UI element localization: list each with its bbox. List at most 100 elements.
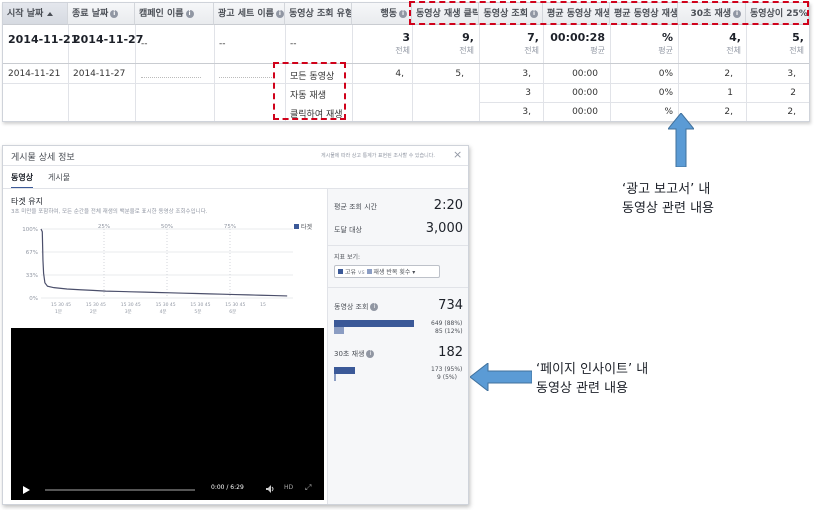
y-tick-label: 100% bbox=[22, 227, 38, 233]
video-player[interactable]: 0:00 / 6:29 HD ⤢ bbox=[11, 328, 324, 500]
callout-insights: ‘페이지 인사이트’ 내 동영상 관련 내용 bbox=[536, 360, 648, 398]
legend-label: 타겟 bbox=[301, 224, 313, 231]
panel-header-note: 게시물에 따라 상고 통계가 표현된 조사할 수 있습니다. bbox=[321, 153, 435, 159]
dropdown-option-b: 재생 반복 횟수 bbox=[373, 269, 411, 276]
total-avg-view-time-sub: 평균 bbox=[590, 46, 605, 55]
panel-title: 게시물 상세 정보 bbox=[11, 153, 75, 163]
total-view-type: -- bbox=[290, 39, 297, 49]
row-30s-views: 2, bbox=[724, 69, 733, 79]
v30-unique-count: 173 (95%) bbox=[431, 366, 462, 373]
x-tick-label: 15 30 45 bbox=[121, 302, 141, 308]
video-time: 0:00 / 6:29 bbox=[211, 484, 244, 491]
vv-unique: 649 bbox=[431, 320, 443, 327]
row-25pct-views: 2, bbox=[787, 107, 796, 117]
swatch-unique bbox=[338, 269, 343, 274]
total-video-views-sub: 전체 bbox=[524, 46, 539, 55]
callout-report: ‘광고 보고서’ 내 동영상 관련 내용 bbox=[622, 180, 714, 218]
total-actions-sub: 전체 bbox=[395, 46, 410, 55]
y-tick-label: 67% bbox=[26, 250, 38, 256]
legend-swatch bbox=[294, 224, 299, 229]
row-avg-view-pct: 0% bbox=[658, 69, 673, 79]
close-icon[interactable]: × bbox=[453, 148, 462, 161]
bar-video-views-unique bbox=[334, 320, 414, 327]
info-icon: i bbox=[370, 303, 379, 311]
stats-sidebar: 평균 조회 시간 2:20 도달 대상 3,000 지표 보기: 고유 vs 재… bbox=[327, 189, 468, 504]
chevron-down-icon: ▾ bbox=[412, 269, 416, 276]
col-header-actions[interactable]: 행동 i bbox=[352, 3, 412, 25]
col-header-label: 행동 bbox=[380, 9, 397, 19]
total-25pct-views-sub: 전체 bbox=[789, 46, 804, 55]
post-details-panel: 게시물 상세 정보 게시물에 따라 상고 통계가 표현된 조사할 수 있습니다.… bbox=[2, 145, 469, 505]
x-tick-label: 15 30 45 bbox=[51, 302, 71, 308]
v30-repeat: 9 bbox=[437, 374, 441, 381]
total-avg-view-time: 00:00:28 bbox=[550, 31, 605, 44]
reach-label: 도달 대상 bbox=[334, 226, 362, 234]
x-minute-label: 6분 bbox=[229, 309, 236, 315]
x-tick-label: 15 bbox=[260, 302, 266, 308]
reach-value: 3,000 bbox=[425, 221, 463, 236]
row-adset bbox=[219, 69, 274, 78]
row-25pct-views: 3, bbox=[787, 69, 796, 79]
tab-video[interactable]: 동영상 bbox=[11, 172, 34, 189]
col-header-label: 시작 날짜 bbox=[7, 9, 44, 19]
row-avg-view-pct: % bbox=[664, 107, 673, 117]
total-25pct-views: 5, bbox=[792, 31, 804, 44]
avg-view-time-label: 평균 조회 시간 bbox=[334, 203, 378, 211]
callout-line: ‘광고 보고서’ 내 bbox=[622, 182, 711, 197]
tab-post[interactable]: 게시물 bbox=[48, 172, 70, 183]
callout-line: 동영상 관련 내용 bbox=[622, 201, 714, 216]
col-header-view-type[interactable]: 동영상 조회 유형 bbox=[285, 3, 352, 25]
x-tick-label: 15 30 45 bbox=[156, 302, 176, 308]
views30-label: 30초 재생 i bbox=[334, 349, 375, 359]
progress-marker-label: 25% bbox=[98, 224, 110, 230]
v30-unique-pct: (95%) bbox=[444, 366, 463, 373]
views30-value: 182 bbox=[438, 345, 463, 360]
info-icon: i bbox=[399, 9, 407, 18]
hd-toggle[interactable]: HD bbox=[284, 484, 293, 491]
total-actions: 3 bbox=[402, 31, 410, 44]
row-avg-view-time: 00:00 bbox=[572, 69, 598, 79]
y-tick-label: 0% bbox=[29, 296, 38, 302]
x-minute-label: 3분 bbox=[125, 309, 132, 315]
video-views-value: 734 bbox=[438, 298, 463, 313]
col-header-campaign[interactable]: 캠페인 이름 i bbox=[135, 3, 214, 25]
retention-chart: 100% 67% 33% 0% 25% 50% 75% 15 30 45 15 30 45 15 … bbox=[22, 224, 293, 315]
col-header-start-date[interactable]: 시작 날짜 bbox=[3, 3, 68, 25]
v30-repeat-count: 9 (5%) bbox=[437, 374, 457, 381]
volume-icon[interactable] bbox=[266, 485, 275, 493]
vv-unique-pct: (88%) bbox=[444, 320, 463, 327]
total-video-views: 7, bbox=[527, 31, 539, 44]
row-25pct-views: 2 bbox=[790, 88, 796, 98]
row-video-views: 3, bbox=[522, 107, 531, 117]
v30-repeat-pct: (5%) bbox=[442, 374, 457, 381]
sort-asc-icon bbox=[47, 11, 54, 16]
x-minute-label: 5분 bbox=[194, 309, 201, 315]
col-header-label: 광고 세트 이름 bbox=[218, 9, 274, 19]
bar-30s-repeat bbox=[334, 374, 336, 381]
row-avg-view-time: 00:00 bbox=[572, 88, 598, 98]
col-header-adset[interactable]: 광고 세트 이름 i bbox=[214, 3, 285, 25]
total-play-clicks-sub: 전체 bbox=[459, 46, 474, 55]
col-header-end-date[interactable]: 종료 날짜 i bbox=[68, 3, 135, 25]
row-30s-views: 1 bbox=[727, 88, 733, 98]
highlight-view-types bbox=[273, 62, 346, 120]
views30-label-text: 30초 재생 bbox=[334, 350, 365, 358]
x-minute-label: 4분 bbox=[160, 309, 167, 315]
view-option-label: 지표 보기: bbox=[334, 254, 361, 261]
seek-bar[interactable] bbox=[45, 489, 195, 491]
play-icon[interactable] bbox=[23, 486, 30, 494]
avg-view-time-value: 2:20 bbox=[433, 198, 463, 213]
swatch-repeat bbox=[366, 269, 372, 274]
arrow-up-icon bbox=[668, 113, 694, 167]
metric-dropdown[interactable]: 고유 vs 재생 반복 횟수 ▾ bbox=[334, 265, 440, 278]
retention-series-line bbox=[40, 228, 288, 297]
info-icon: i bbox=[185, 9, 194, 18]
x-tick-label: 15 30 45 bbox=[86, 302, 106, 308]
fullscreen-icon[interactable]: ⤢ bbox=[305, 483, 311, 493]
row-video-views: 3, bbox=[522, 69, 531, 79]
vv-repeat-pct: (12%) bbox=[444, 328, 463, 335]
total-end-date: 2014-11-27 bbox=[73, 33, 144, 46]
col-header-label: 캠페인 이름 bbox=[139, 9, 184, 19]
total-play-clicks: 9, bbox=[462, 31, 474, 44]
row-play-clicks: 5, bbox=[455, 69, 464, 79]
